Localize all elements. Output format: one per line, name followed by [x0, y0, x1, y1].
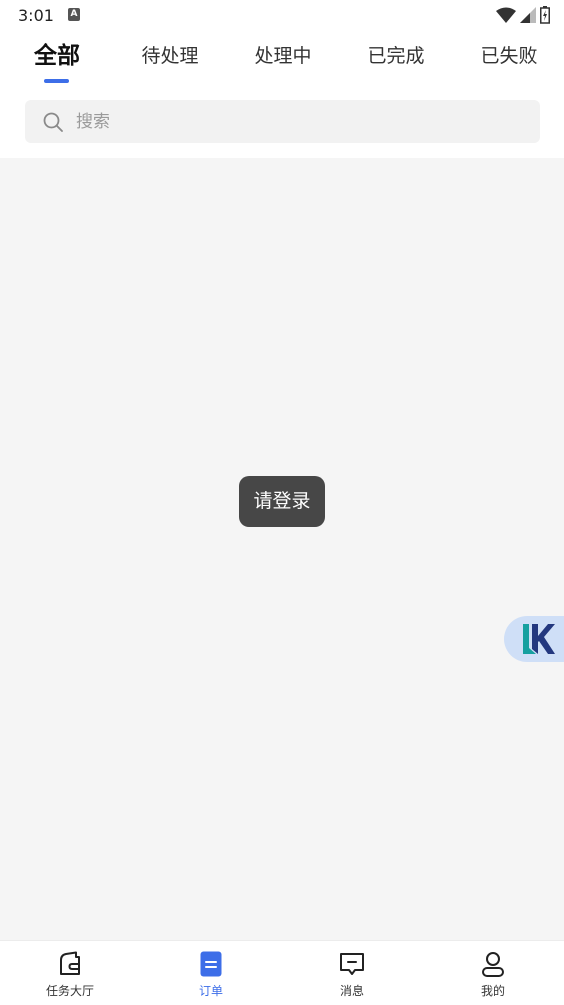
floating-logo-button[interactable] [504, 616, 564, 662]
document-icon [200, 951, 222, 977]
signal-icon [520, 7, 536, 23]
battery-icon [540, 6, 550, 24]
nav-orders[interactable]: 订单 [161, 941, 261, 1005]
wifi-icon [496, 7, 516, 23]
nav-profile-label: 我的 [480, 984, 505, 998]
nav-messages[interactable]: 消息 [302, 941, 402, 1005]
nav-orders-label: 订单 [198, 984, 223, 998]
tab-completed[interactable]: 已完成 [356, 36, 436, 84]
wallet-icon [60, 951, 80, 975]
nav-task-hall-label: 任务大厅 [45, 984, 94, 998]
order-status-tabs: 全部 待处理 处理中 已完成 已失败 [0, 36, 564, 88]
search-icon [43, 112, 63, 132]
message-icon [340, 953, 364, 975]
nav-profile[interactable]: 我的 [443, 941, 543, 1005]
notification-icon: A [68, 8, 80, 21]
nav-messages-label: 消息 [339, 984, 364, 998]
tab-all[interactable]: 全部 [22, 36, 92, 84]
search-input[interactable] [74, 110, 498, 133]
status-icons [496, 6, 550, 24]
status-time: 3:01 [18, 6, 54, 25]
login-toast: 请登录 [239, 476, 325, 527]
nav-task-hall[interactable]: 任务大厅 [20, 941, 120, 1005]
active-tab-indicator [44, 79, 69, 83]
tab-failed[interactable]: 已失败 [469, 36, 549, 84]
bottom-navigation: 任务大厅 订单 消息 我的 [0, 940, 564, 1005]
status-bar: 3:01 A [0, 0, 564, 30]
tab-processing[interactable]: 处理中 [243, 36, 323, 84]
header-area: 3:01 A 全部 待处理 处理中 已完成 已失败 [0, 0, 564, 158]
search-bar[interactable] [25, 100, 540, 143]
profile-icon [482, 952, 504, 977]
tab-pending[interactable]: 待处理 [130, 36, 210, 84]
brand-logo-icon [523, 624, 555, 654]
